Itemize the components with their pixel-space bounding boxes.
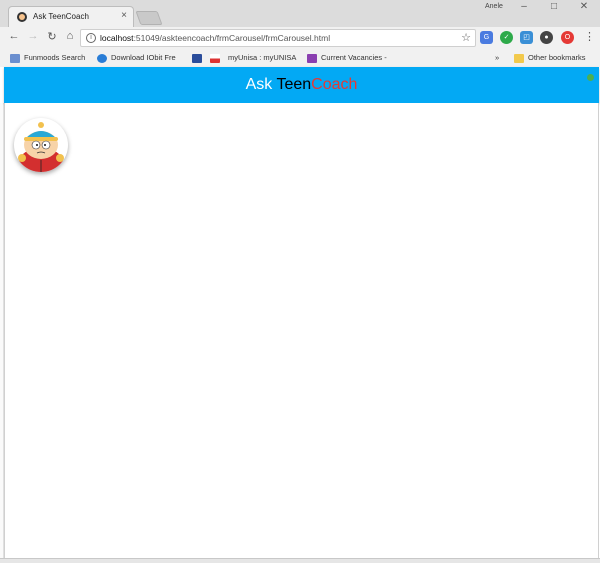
bookmarks-bar: Funmoods Search Download IObit Fre myUni…: [0, 49, 600, 67]
opera-extension-icon[interactable]: O: [561, 31, 574, 44]
favicon-icon: [17, 12, 27, 22]
funmoods-icon: [10, 53, 20, 63]
other-bookmarks[interactable]: Other bookmarks: [514, 52, 586, 64]
main-content: [4, 103, 599, 558]
browser-toolbar: ← → ↻ ⌂ i localhost:51049/askteencoach/f…: [0, 27, 600, 49]
address-bar[interactable]: i localhost:51049/askteencoach/frmCarous…: [80, 29, 476, 47]
info-icon[interactable]: i: [86, 33, 96, 43]
status-indicator-icon: [587, 74, 594, 81]
screenshot-extension-icon[interactable]: ◰: [520, 31, 533, 44]
flag-icon: [210, 53, 220, 63]
vacancies-icon: [307, 53, 317, 63]
minimize-icon[interactable]: –: [512, 1, 536, 12]
browser-chrome: Ask TeenCoach × Anele – □ ✕ ← → ↻ ⌂ i lo…: [0, 0, 600, 67]
back-icon[interactable]: ←: [6, 30, 22, 42]
app-header: Ask TeenCoach: [4, 67, 599, 103]
reload-icon[interactable]: ↻: [44, 30, 60, 43]
title-bar: Ask TeenCoach × Anele – □ ✕: [0, 0, 600, 27]
bookmark-item[interactable]: [192, 52, 206, 64]
window-bottom-border: [0, 558, 600, 563]
translate-extension-icon[interactable]: G: [480, 31, 493, 44]
checkmark-extension-icon[interactable]: ✓: [500, 31, 513, 44]
forward-icon[interactable]: →: [25, 30, 41, 42]
bookmark-item[interactable]: Funmoods Search: [10, 52, 85, 64]
url-text[interactable]: localhost:51049/askteencoach/frmCarousel…: [100, 33, 330, 43]
maximize-icon[interactable]: □: [542, 1, 566, 12]
cartman-avatar-icon[interactable]: [14, 118, 68, 172]
app-title: Ask TeenCoach: [245, 76, 358, 93]
folder-icon: [514, 53, 524, 63]
profile-name[interactable]: Anele: [485, 3, 503, 10]
menu-icon[interactable]: ⋮: [584, 30, 595, 43]
new-tab-button[interactable]: [135, 11, 163, 25]
home-icon[interactable]: ⌂: [62, 30, 78, 42]
bookmark-site-icon: [192, 53, 202, 63]
bookmark-item[interactable]: myUnisa : myUNISA: [228, 52, 296, 64]
browser-tab[interactable]: Ask TeenCoach ×: [8, 6, 134, 27]
new-extension-icon[interactable]: ●: [540, 31, 553, 44]
close-window-icon[interactable]: ✕: [572, 1, 596, 12]
close-tab-icon[interactable]: ×: [121, 10, 127, 21]
tab-title: Ask TeenCoach: [33, 12, 89, 21]
bookmark-item[interactable]: Download IObit Fre: [97, 52, 176, 64]
iobit-icon: [97, 53, 107, 63]
bookmark-item[interactable]: Current Vacancies -: [307, 52, 387, 64]
bookmark-star-icon[interactable]: ☆: [461, 31, 471, 44]
bookmarks-overflow-button[interactable]: »: [495, 52, 499, 64]
bookmark-item[interactable]: [210, 52, 224, 64]
